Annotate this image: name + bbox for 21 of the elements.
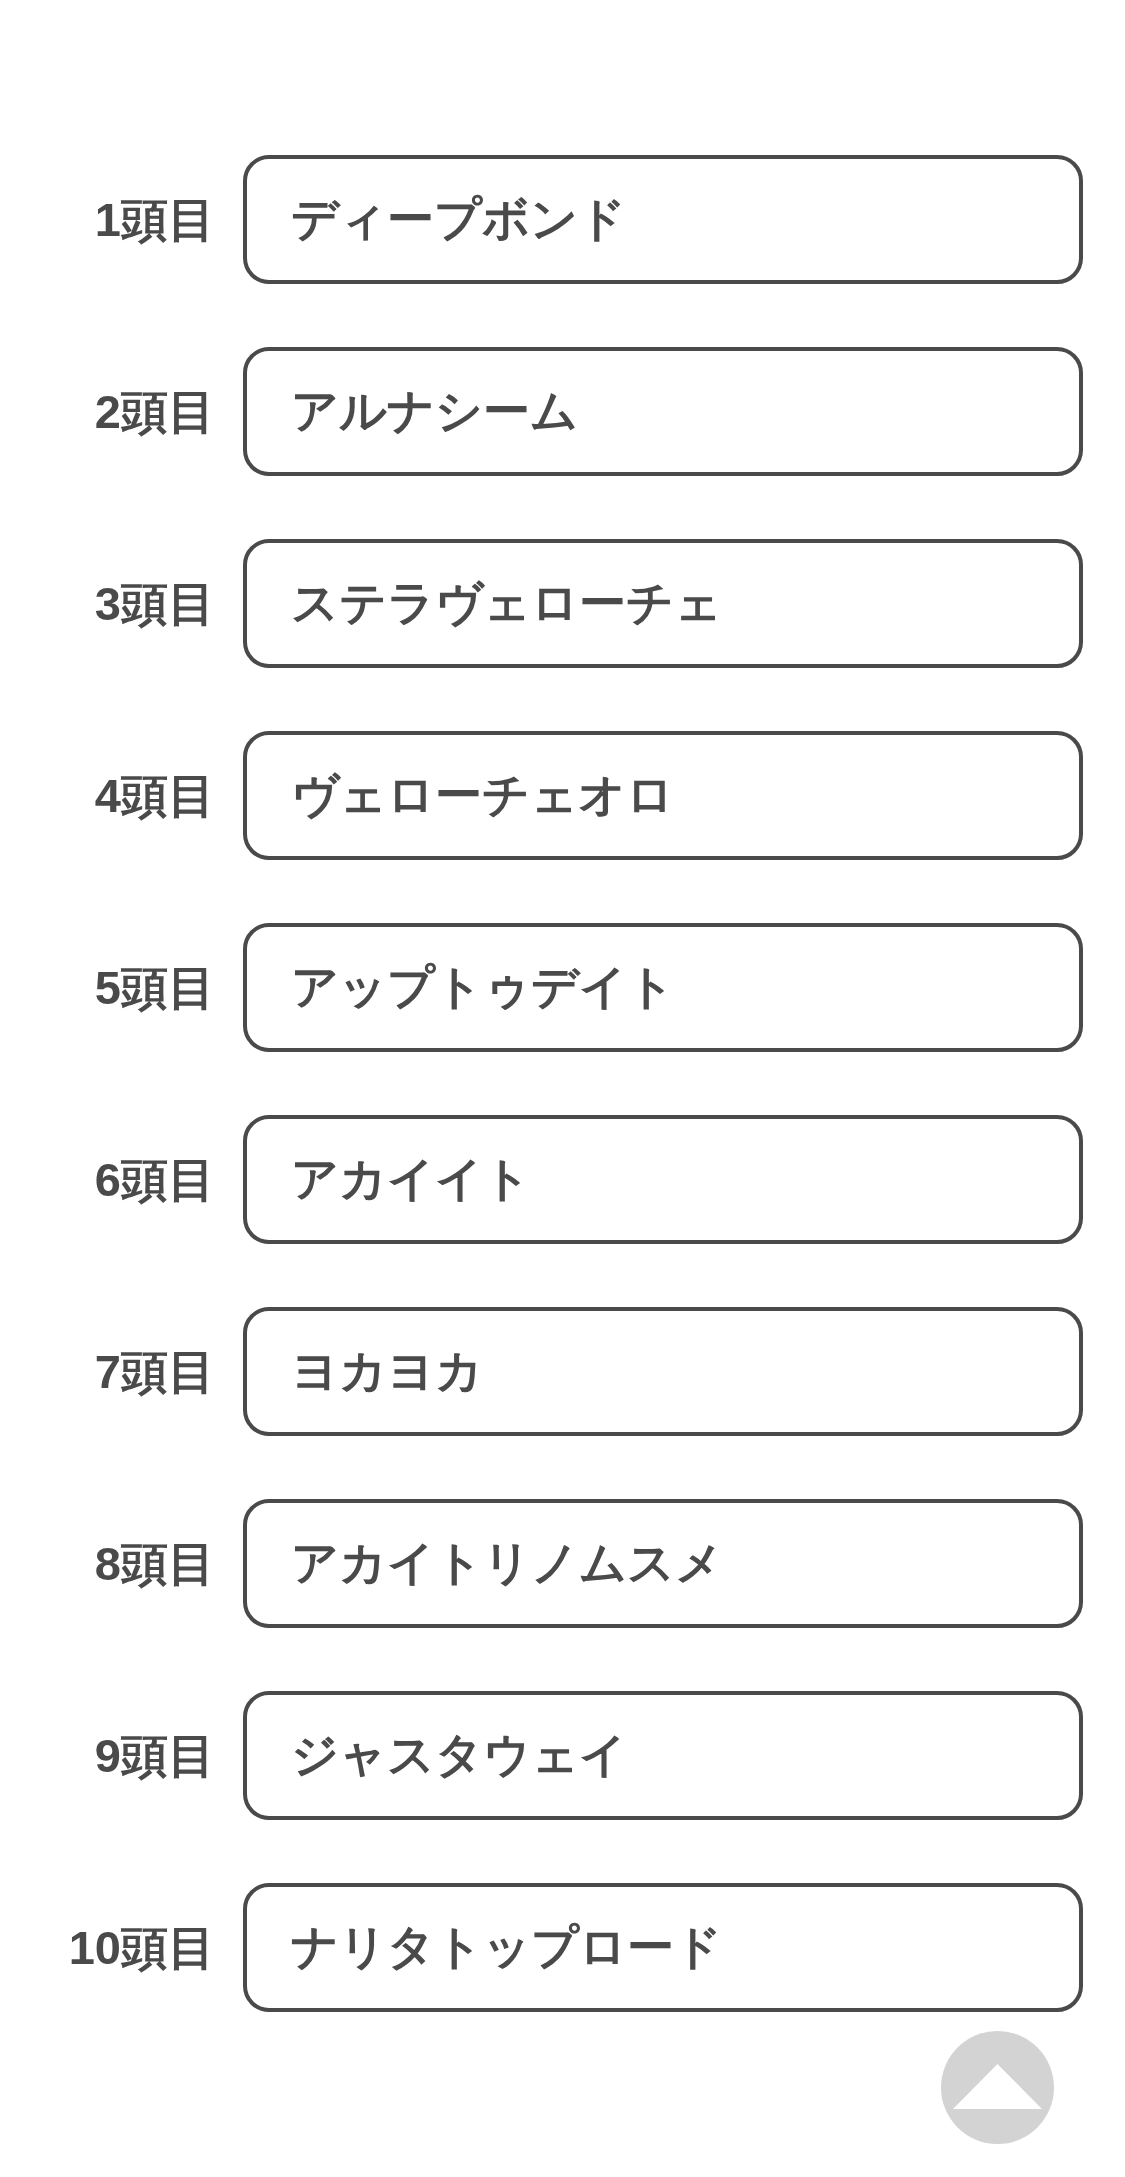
horse-name-field[interactable]: ディープボンド	[243, 155, 1083, 284]
horse-name-field[interactable]: ヨカヨカ	[243, 1307, 1083, 1436]
horse-name-field[interactable]: アカイトリノムスメ	[243, 1499, 1083, 1628]
horse-number-label: 8頭目	[93, 1540, 215, 1587]
triangle-up-icon	[953, 2063, 1042, 2109]
horse-number-label: 5頭目	[93, 964, 215, 1011]
horse-number-label: 6頭目	[93, 1156, 215, 1203]
horse-number-label: 2頭目	[93, 388, 215, 435]
horse-number-label: 4頭目	[93, 772, 215, 819]
horse-number-label: 3頭目	[93, 580, 215, 627]
horse-name-field[interactable]: アップトゥデイト	[243, 923, 1083, 1052]
horse-number-label: 10頭目	[67, 1924, 215, 1971]
horse-number-label: 9頭目	[93, 1732, 215, 1779]
horse-name-field[interactable]: ヴェローチェオロ	[243, 731, 1083, 860]
horse-number-label: 1頭目	[93, 196, 215, 243]
horse-number-label: 7頭目	[93, 1348, 215, 1395]
horse-name-field[interactable]: アカイイト	[243, 1115, 1083, 1244]
horse-name-field[interactable]: アルナシーム	[243, 347, 1083, 476]
horse-name-field[interactable]: ジャスタウェイ	[243, 1691, 1083, 1820]
horse-name-field[interactable]: ナリタトップロード	[243, 1883, 1083, 2012]
horse-name-field[interactable]: ステラヴェローチェ	[243, 539, 1083, 668]
